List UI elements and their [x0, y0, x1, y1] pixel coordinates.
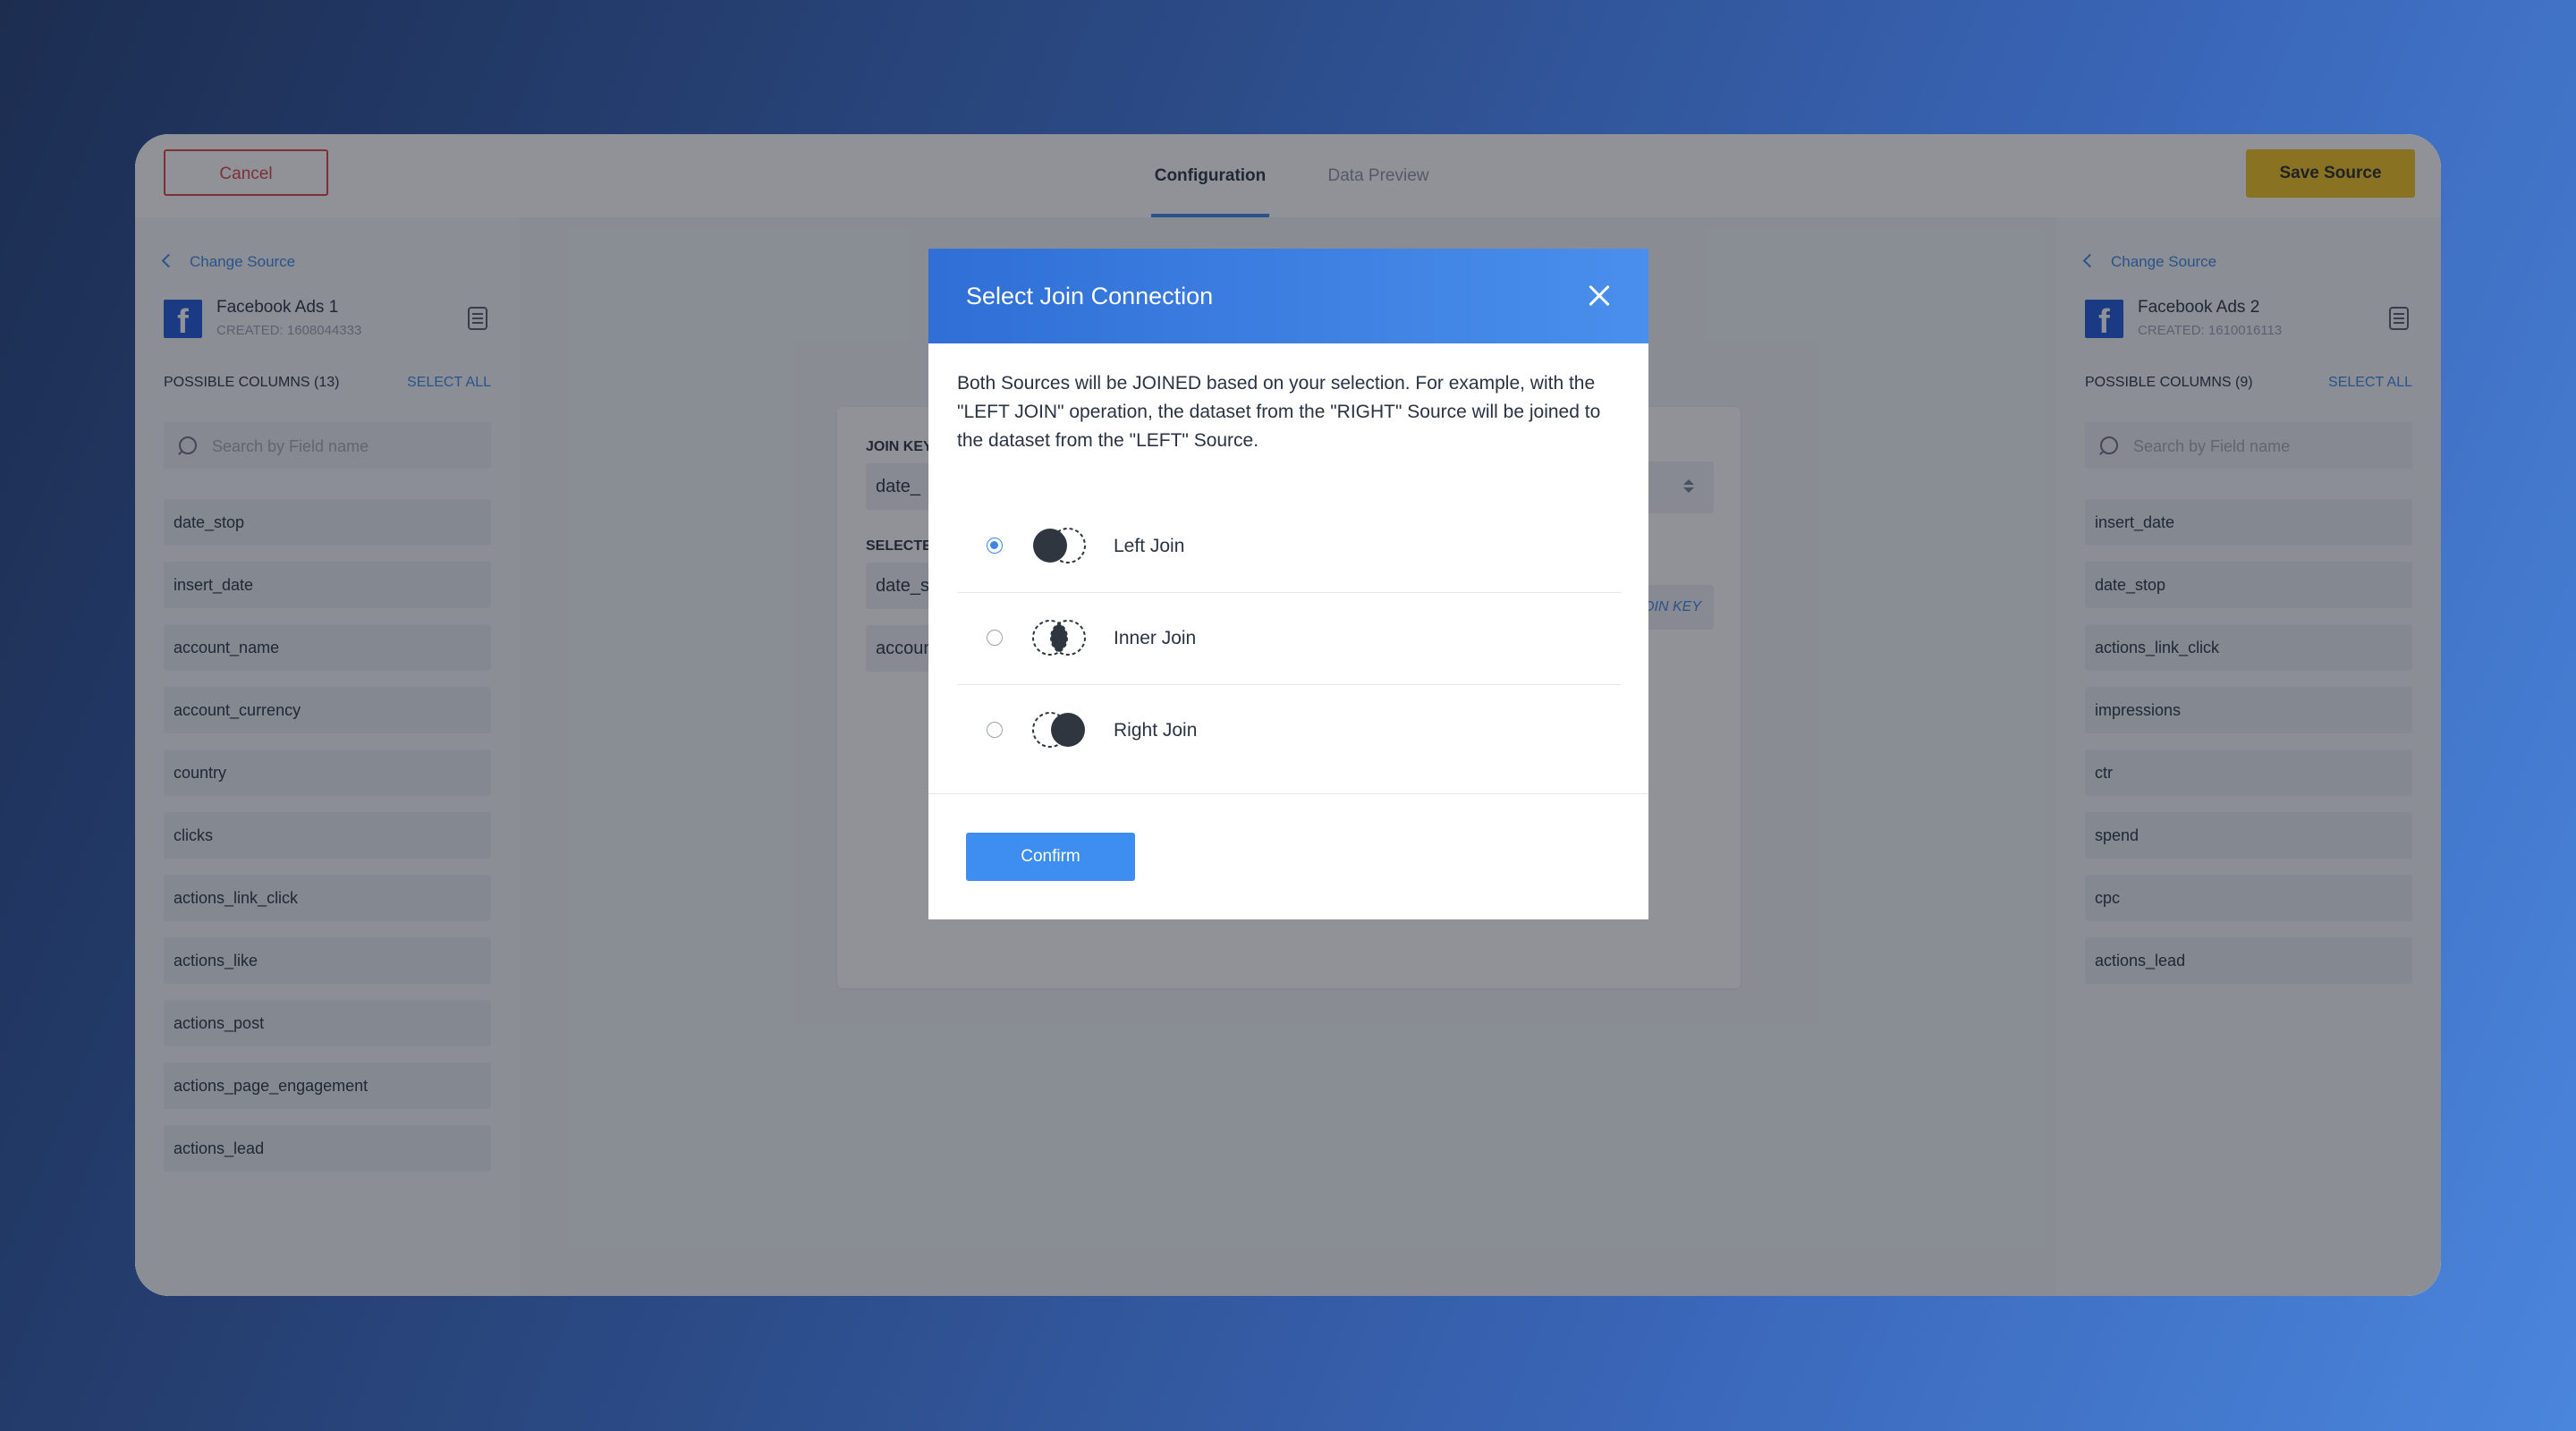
modal-title: Select Join Connection — [966, 283, 1214, 309]
modal-footer-divider — [928, 793, 1648, 794]
join-option-label: Right Join — [1114, 720, 1198, 741]
close-icon[interactable] — [1588, 284, 1611, 308]
inner-join-icon — [1030, 618, 1088, 657]
join-connection-modal: Select Join Connection Both Sources will… — [928, 249, 1648, 919]
join-option-label: Left Join — [1114, 536, 1185, 556]
modal-description: Both Sources will be JOINED based on you… — [957, 373, 1601, 451]
join-radio[interactable] — [987, 630, 1003, 646]
join-radio[interactable] — [987, 722, 1003, 738]
join-option-label: Inner Join — [1114, 628, 1197, 648]
confirm-button[interactable]: Confirm — [966, 833, 1135, 881]
modal-header: Select Join Connection — [928, 249, 1648, 343]
join-option-left[interactable]: Left Join — [957, 500, 1621, 593]
left-join-icon — [1030, 526, 1088, 565]
join-option-inner[interactable]: Inner Join — [957, 592, 1621, 685]
join-option-right[interactable]: Right Join — [957, 684, 1621, 776]
join-radio[interactable] — [987, 538, 1003, 554]
right-join-icon — [1030, 710, 1088, 749]
